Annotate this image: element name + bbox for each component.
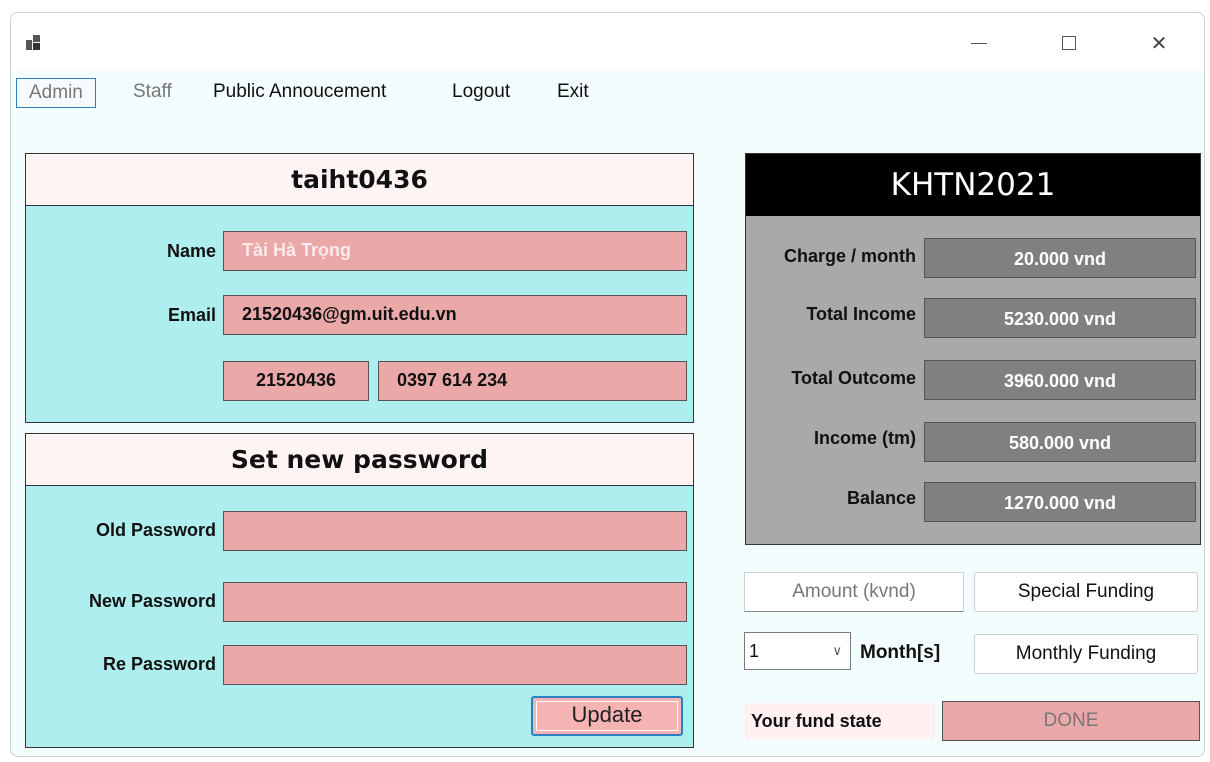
fund-state-label: Your fund state [745,703,935,739]
app-window: ✕ Admin Staff Public Annoucement Logout … [10,12,1205,757]
special-funding-button[interactable]: Special Funding [974,572,1198,612]
total-income-value: 5230.000 vnd [924,298,1196,338]
maximize-button[interactable] [1046,25,1092,61]
title-bar: ✕ [11,13,1204,71]
phone-field[interactable]: 0397 614 234 [378,361,687,401]
menu-exit[interactable]: Exit [545,78,601,108]
month-select-value: 1 [749,641,760,661]
charge-month-label: Charge / month [783,246,916,266]
student-id-field[interactable]: 21520436 [223,361,369,401]
close-icon: ✕ [1150,31,1168,55]
total-outcome-value: 3960.000 vnd [924,360,1196,400]
menu-public-announcement[interactable]: Public Annoucement [201,78,398,108]
old-password-field[interactable] [223,511,687,551]
user-info-panel: taiht0436 Name Tài Hà Trọng Email 215204… [25,153,694,423]
old-password-label: Old Password [95,520,216,540]
update-button-label: Update [571,702,643,727]
name-label: Name [166,241,216,261]
month-select[interactable]: 1 ∨ [744,632,851,670]
new-password-label: New Password [88,591,216,611]
fund-title: KHTN2021 [746,154,1200,216]
menu-bar: Admin Staff Public Annoucement Logout Ex… [11,71,1204,113]
username-header: taiht0436 [26,154,693,206]
name-field[interactable]: Tài Hà Trọng [223,231,687,271]
email-label: Email [167,305,216,325]
menu-staff[interactable]: Staff [121,78,184,108]
chevron-down-icon: ∨ [832,643,842,658]
maximize-icon [1062,36,1076,50]
new-password-field[interactable] [223,582,687,622]
re-password-field[interactable] [223,645,687,685]
fund-panel: KHTN2021 Charge / month 20.000 vnd Total… [745,153,1201,545]
minimize-button[interactable] [956,25,1002,61]
menu-admin[interactable]: Admin [16,78,96,108]
amount-input[interactable]: Amount (kvnd) [744,572,964,612]
close-button[interactable]: ✕ [1136,25,1182,61]
password-panel: Set new password Old Password New Passwo… [25,433,694,748]
months-label: Month[s] [860,642,941,663]
total-outcome-label: Total Outcome [791,368,916,388]
monthly-funding-button[interactable]: Monthly Funding [974,634,1198,674]
minimize-icon [971,42,987,44]
balance-value: 1270.000 vnd [924,482,1196,522]
income-tm-value: 580.000 vnd [924,422,1196,462]
app-icon [26,33,46,51]
email-field[interactable]: 21520436@gm.uit.edu.vn [223,295,687,335]
balance-label: Balance [846,488,916,508]
charge-month-value: 20.000 vnd [924,238,1196,278]
fund-state-value: DONE [942,701,1200,741]
update-button[interactable]: Update [531,696,683,736]
password-header: Set new password [26,434,693,486]
re-password-label: Re Password [102,654,216,674]
income-tm-label: Income (tm) [813,428,916,448]
total-income-label: Total Income [806,304,916,324]
menu-logout[interactable]: Logout [440,78,522,108]
